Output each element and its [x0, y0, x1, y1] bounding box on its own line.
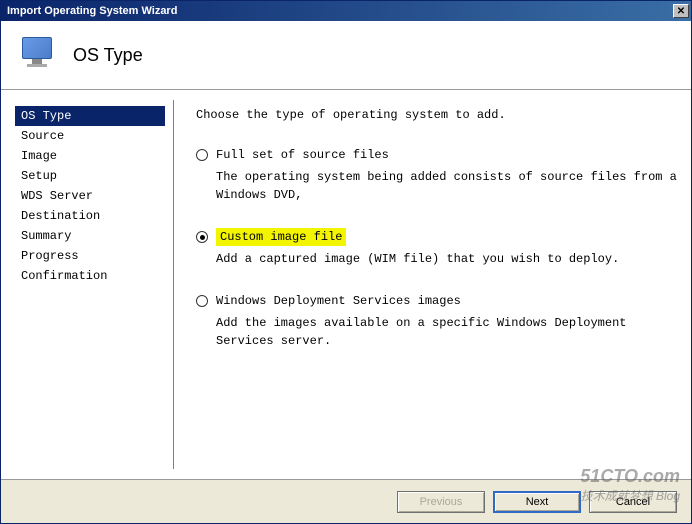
- radio-label-custom-image[interactable]: Custom image file: [216, 228, 346, 246]
- previous-button: Previous: [397, 491, 485, 513]
- close-button[interactable]: ✕: [673, 4, 689, 18]
- radio-wds-images[interactable]: [196, 295, 208, 307]
- page-title: OS Type: [73, 45, 143, 66]
- radio-desc-wds-images: Add the images available on a specific W…: [216, 314, 677, 350]
- sidebar-item-destination[interactable]: Destination: [15, 206, 173, 226]
- sidebar-item-os-type[interactable]: OS Type: [15, 106, 165, 126]
- sidebar-item-image[interactable]: Image: [15, 146, 173, 166]
- wizard-window: Import Operating System Wizard ✕ OS Type…: [0, 0, 692, 524]
- radio-label-full-source[interactable]: Full set of source files: [216, 146, 389, 164]
- next-button[interactable]: Next: [493, 491, 581, 513]
- cancel-button[interactable]: Cancel: [589, 491, 677, 513]
- option-wds-images: Windows Deployment Services images Add t…: [196, 292, 677, 350]
- sidebar-item-wds-server[interactable]: WDS Server: [15, 186, 173, 206]
- option-custom-image: Custom image file Add a captured image (…: [196, 228, 677, 268]
- sidebar-item-summary[interactable]: Summary: [15, 226, 173, 246]
- titlebar: Import Operating System Wizard ✕: [1, 1, 691, 21]
- sidebar-item-source[interactable]: Source: [15, 126, 173, 146]
- option-full-source: Full set of source files The operating s…: [196, 146, 677, 204]
- prompt-text: Choose the type of operating system to a…: [196, 106, 677, 124]
- radio-full-source[interactable]: [196, 149, 208, 161]
- radio-custom-image[interactable]: [196, 231, 208, 243]
- radio-desc-full-source: The operating system being added consist…: [216, 168, 677, 204]
- sidebar-item-progress[interactable]: Progress: [15, 246, 173, 266]
- body-area: OS Type Source Image Setup WDS Server De…: [1, 90, 691, 479]
- window-title: Import Operating System Wizard: [7, 5, 177, 17]
- footer: Previous Next Cancel: [1, 479, 691, 523]
- sidebar-item-setup[interactable]: Setup: [15, 166, 173, 186]
- header-panel: OS Type: [1, 21, 691, 90]
- sidebar: OS Type Source Image Setup WDS Server De…: [1, 90, 173, 479]
- radio-desc-custom-image: Add a captured image (WIM file) that you…: [216, 250, 677, 268]
- radio-label-wds-images[interactable]: Windows Deployment Services images: [216, 292, 461, 310]
- content-area: Choose the type of operating system to a…: [174, 90, 691, 479]
- sidebar-item-confirmation[interactable]: Confirmation: [15, 266, 173, 286]
- computer-icon: [17, 35, 57, 75]
